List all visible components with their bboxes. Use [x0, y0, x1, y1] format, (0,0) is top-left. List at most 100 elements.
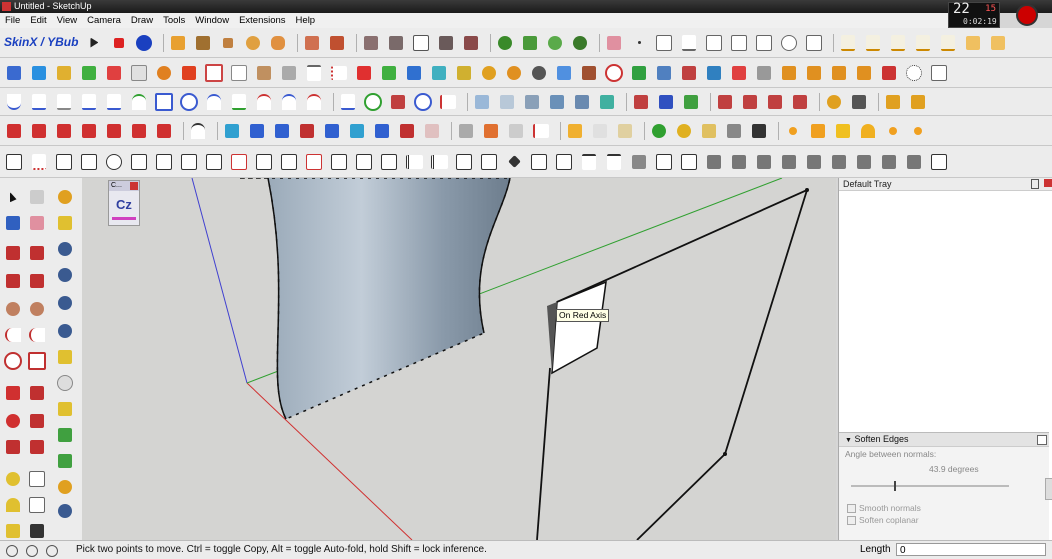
component-icon[interactable] [28, 188, 46, 206]
hexagon-icon[interactable] [929, 152, 949, 172]
light-icon[interactable] [783, 121, 803, 141]
cz-icon[interactable]: Cz [112, 193, 136, 220]
grid-lines-icon[interactable] [654, 33, 674, 53]
smooth-normals-checkbox[interactable] [847, 503, 856, 513]
paint-bucket-icon[interactable] [4, 214, 22, 232]
shape-icon[interactable] [361, 33, 381, 53]
hatch-icon[interactable] [729, 152, 749, 172]
stop-button[interactable] [109, 33, 129, 53]
dropper-icon[interactable] [631, 92, 651, 112]
box-icon[interactable] [254, 63, 274, 83]
tree-icon[interactable] [56, 426, 74, 444]
square-icon[interactable] [179, 63, 199, 83]
tray-scrollbar[interactable] [1045, 478, 1052, 500]
flower-icon[interactable] [729, 63, 749, 83]
leaf-icon[interactable] [724, 121, 744, 141]
shape-icon[interactable] [506, 121, 526, 141]
puzzle-icon[interactable] [654, 63, 674, 83]
cross-red-icon[interactable] [879, 63, 899, 83]
tag-icon[interactable] [56, 214, 74, 232]
tree-icon[interactable] [495, 33, 515, 53]
arrows-up-icon[interactable] [297, 121, 317, 141]
settings-icon[interactable] [56, 502, 74, 520]
menu-file[interactable]: File [0, 13, 25, 28]
flag-icon[interactable] [531, 121, 551, 141]
house-icon[interactable] [883, 92, 903, 112]
menu-window[interactable]: Window [190, 13, 234, 28]
plugin-label[interactable]: SkinX / YBub [4, 36, 78, 48]
tile-icon[interactable] [854, 63, 874, 83]
tool-icon[interactable] [765, 92, 785, 112]
slider-thumb[interactable] [893, 481, 896, 491]
length-input[interactable]: 0 [896, 543, 1046, 556]
rectangle-icon[interactable] [4, 272, 22, 290]
rt-badge-icon[interactable] [56, 266, 74, 284]
label-icon[interactable] [56, 348, 74, 366]
pyramid-icon[interactable] [454, 63, 474, 83]
axes-icon[interactable] [4, 522, 22, 540]
stairs-icon[interactable] [529, 152, 549, 172]
av-icon[interactable] [79, 121, 99, 141]
fence-icon[interactable] [429, 152, 449, 172]
shape-icon[interactable] [354, 152, 374, 172]
cube-icon[interactable] [597, 92, 617, 112]
record-button[interactable] [1016, 4, 1038, 26]
hatch-icon[interactable] [879, 152, 899, 172]
circle-icon[interactable] [363, 92, 383, 112]
smooth-normals-row[interactable]: Smooth normals [847, 503, 921, 513]
brown-shape-icon[interactable] [193, 33, 213, 53]
menu-help[interactable]: Help [291, 13, 321, 28]
gear-icon[interactable] [529, 63, 549, 83]
shape-icon[interactable] [229, 152, 249, 172]
grid-lines-icon[interactable] [729, 33, 749, 53]
puzzle-icon[interactable] [629, 63, 649, 83]
curve-icon[interactable] [304, 63, 324, 83]
puzzle-icon[interactable] [679, 63, 699, 83]
cube-icon[interactable] [472, 92, 492, 112]
hatch-icon[interactable] [704, 152, 724, 172]
lasso-icon[interactable] [904, 63, 924, 83]
star-icon[interactable] [779, 33, 799, 53]
shape-icon[interactable] [329, 152, 349, 172]
tube-icon[interactable] [279, 63, 299, 83]
shape-icon[interactable] [204, 152, 224, 172]
shape-icon[interactable] [379, 152, 399, 172]
cube-icon[interactable] [565, 121, 585, 141]
tape-measure-icon[interactable] [4, 470, 22, 488]
shape-icon[interactable] [254, 152, 274, 172]
soften-edges-header[interactable]: ▼ Soften Edges [839, 433, 1049, 447]
spiral-icon[interactable] [179, 92, 199, 112]
cube-icon[interactable] [547, 92, 567, 112]
shield-icon[interactable] [456, 121, 476, 141]
menu-camera[interactable]: Camera [82, 13, 126, 28]
help-icon[interactable] [56, 322, 74, 340]
light-icon[interactable] [908, 121, 928, 141]
play-button[interactable] [84, 33, 104, 53]
paint-icon[interactable] [481, 121, 501, 141]
diamond-icon[interactable] [504, 152, 524, 172]
shape-icon[interactable] [54, 152, 74, 172]
torus-icon[interactable] [504, 63, 524, 83]
rotate-icon[interactable] [154, 63, 174, 83]
3d-text-icon[interactable] [28, 522, 46, 540]
hatch-icon[interactable] [754, 152, 774, 172]
vine-icon[interactable] [545, 33, 565, 53]
target-icon[interactable] [649, 121, 669, 141]
info-icon[interactable] [824, 92, 844, 112]
snowflake-icon[interactable] [554, 63, 574, 83]
freehand-icon[interactable] [28, 244, 46, 262]
soften-coplanar-checkbox[interactable] [847, 515, 856, 525]
collapse-icon[interactable]: ▼ [845, 437, 852, 444]
fence-icon[interactable] [404, 152, 424, 172]
pencil-icon[interactable] [4, 244, 22, 262]
af-icon[interactable] [154, 121, 174, 141]
shape-icon[interactable] [679, 152, 699, 172]
m-badge-icon[interactable] [56, 188, 74, 206]
cube-icon[interactable] [54, 63, 74, 83]
arc-icon[interactable] [438, 92, 458, 112]
color-box-icon[interactable] [247, 121, 267, 141]
arrows-up-icon[interactable] [272, 121, 292, 141]
follow-me-icon[interactable] [28, 412, 46, 430]
arrow-red-icon[interactable] [4, 121, 24, 141]
wrench-icon[interactable] [388, 92, 408, 112]
